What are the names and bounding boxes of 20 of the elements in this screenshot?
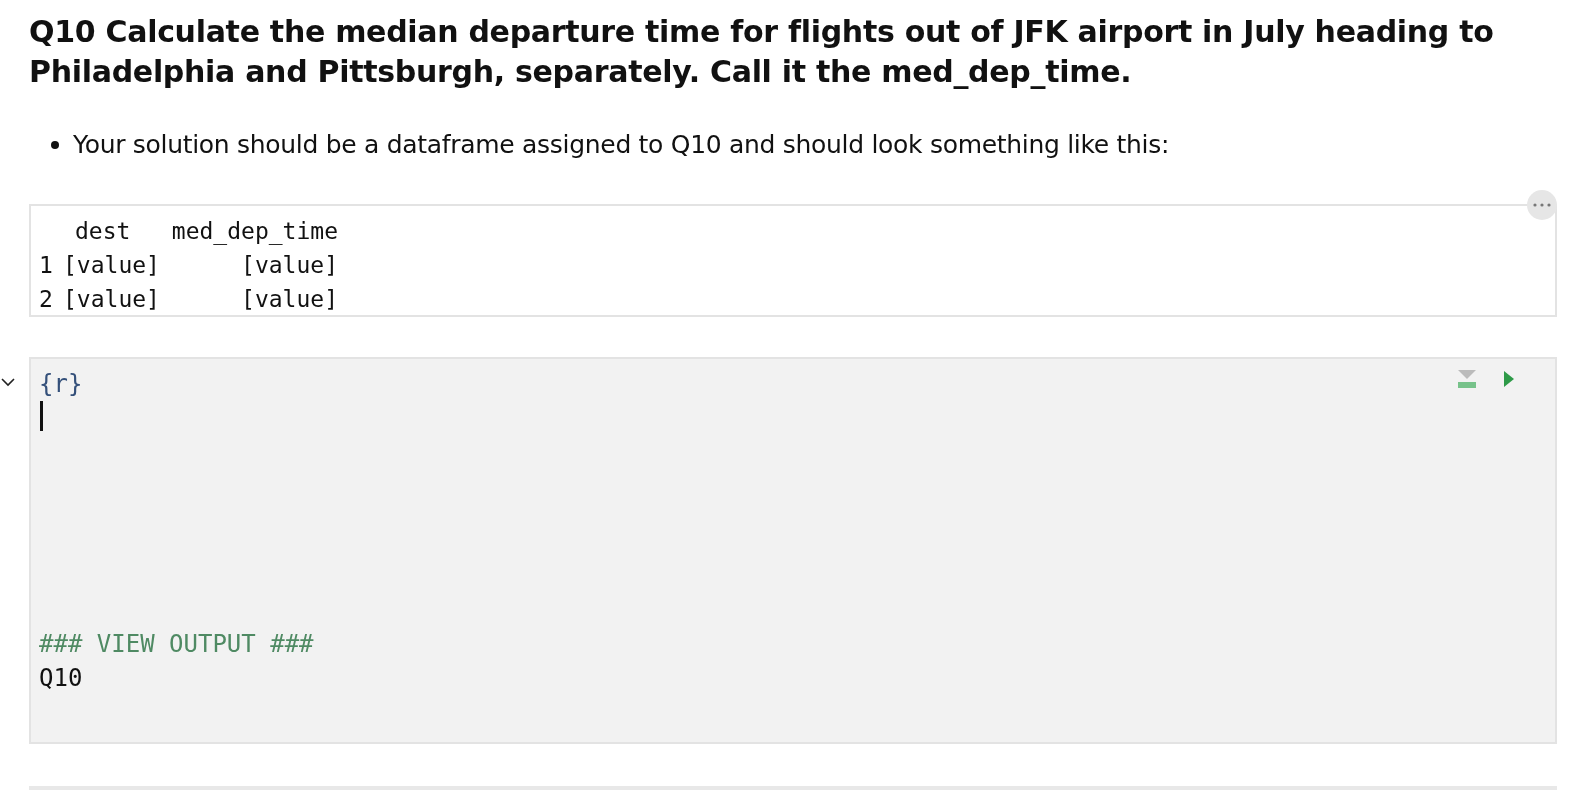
run-icon[interactable] [1503,370,1515,388]
question-heading: Q10 Calculate the median departure time for flights out of JFK airport in July heading to Philadelphia and Pittsburgh, separately. Call it the med_dep_time. [29,13,1495,91]
column-header: med_dep_time [170,217,338,247]
bullet-icon [51,141,59,149]
code-comment: ### VIEW OUTPUT ### [39,629,314,660]
row-index: 2 [39,285,54,314]
table-cell-text: [value] [63,285,161,314]
run-above-icon[interactable] [1457,369,1477,389]
chunk-header: {r} [39,369,83,400]
chevron-icon[interactable] [1,377,15,387]
table-cell-text: [value] [240,251,338,280]
table-cell-text: [value] [63,251,161,280]
table-cell-text: [value] [240,285,338,314]
code-line: Q10 [39,663,83,694]
more-icon [1533,203,1551,207]
row-index: 1 [39,251,54,280]
code-editor[interactable]: {r} ### VIEW OUTPUT ### Q10 [29,357,1557,744]
more-button[interactable] [1527,190,1557,220]
instruction-text: Your solution should be a dataframe assigned to Q10 and should look something like this: [73,129,1170,161]
column-header: dest [74,217,132,246]
